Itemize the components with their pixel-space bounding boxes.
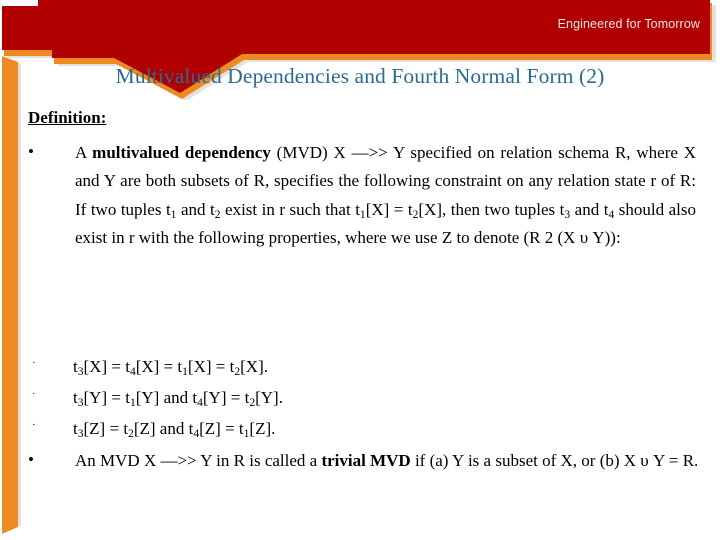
bullet-trivial-mvd: • An MVD X —>> Y in R is called a trivia…: [28, 449, 698, 472]
sub-bullet-x: · t3[X] = t4[X] = t1[X] = t2[X].: [28, 357, 696, 379]
sub-bullet-x-text: t3[X] = t4[X] = t1[X] = t2[X].: [73, 357, 268, 379]
sub-bullet-y-text: t3[Y] = t1[Y] and t4[Y] = t2[Y].: [73, 388, 283, 410]
bullet-trivial-text: An MVD X —>> Y in R is called a trivial …: [75, 451, 699, 470]
bullet-marker: •: [28, 142, 34, 161]
bullet-definition: • A multivalued dependency (MVD) X —>> Y…: [28, 139, 696, 253]
slide-title: Multivalued Dependencies and Fourth Norm…: [115, 64, 605, 88]
left-accent-bar-lower-shadow: [18, 100, 21, 527]
bullet-definition-text: A multivalued dependency (MVD) X —>> Y s…: [75, 143, 697, 248]
definition-heading: Definition:: [28, 108, 107, 127]
sub-bullet-marker: ·: [32, 388, 36, 400]
left-accent-bar-lower-fill: [2, 100, 18, 534]
sub-bullet-z: · t3[Z] = t2[Z] and t4[Z] = t1[Z].: [28, 419, 696, 441]
bullet-marker: •: [28, 450, 34, 469]
brand-tagline: Engineered for Tomorrow: [557, 17, 700, 31]
sub-bullet-marker: ·: [32, 357, 36, 369]
sub-bullet-y: · t3[Y] = t1[Y] and t4[Y] = t2[Y].: [28, 388, 696, 410]
sub-bullet-z-text: t3[Z] = t2[Z] and t4[Z] = t1[Z].: [73, 419, 276, 441]
sub-bullet-marker: ·: [32, 419, 36, 431]
